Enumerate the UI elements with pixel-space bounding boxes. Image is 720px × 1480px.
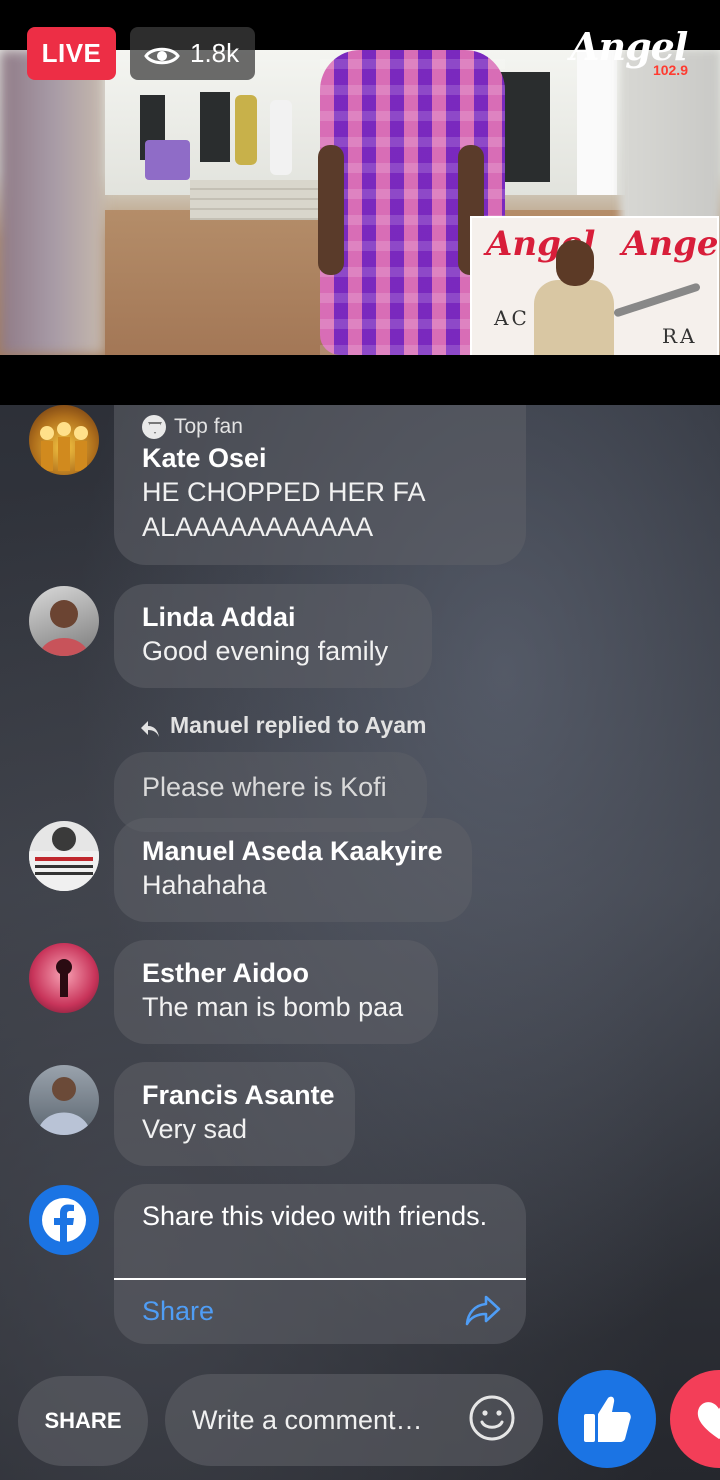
video-left-blur bbox=[0, 50, 105, 355]
love-reaction-button[interactable] bbox=[670, 1370, 720, 1468]
comment-author[interactable]: Francis Asante bbox=[142, 1078, 335, 1112]
comment-bubble[interactable]: Esther Aidoo The man is bomb paa bbox=[114, 940, 438, 1044]
comment-bubble[interactable]: Linda Addai Good evening family bbox=[114, 584, 432, 688]
comment-author[interactable]: Linda Addai bbox=[142, 600, 404, 634]
presenter-head bbox=[556, 240, 594, 286]
share-prompt-card: Share this video with friends. Share bbox=[114, 1184, 526, 1344]
avatar[interactable] bbox=[29, 821, 99, 891]
video-arm bbox=[318, 145, 344, 275]
inset-sign-right: RA bbox=[662, 324, 698, 348]
eye-icon bbox=[144, 43, 180, 65]
viewer-count: 1.8k bbox=[130, 27, 256, 80]
share-prompt-link[interactable]: Share bbox=[142, 1296, 214, 1327]
video-bin bbox=[145, 140, 190, 180]
video-window bbox=[200, 92, 230, 162]
station-logo: Angel 102.9 bbox=[570, 24, 690, 80]
comment-input[interactable]: Write a comment… bbox=[165, 1374, 543, 1466]
video-person bbox=[235, 95, 257, 165]
station-logo-frequency: 102.9 bbox=[652, 62, 688, 78]
live-video-player[interactable]: Angel Angel AC RA LIVE 1.8k Angel 102.9 bbox=[0, 0, 720, 405]
video-person bbox=[270, 100, 292, 175]
comment-text: Good evening family bbox=[142, 636, 389, 666]
emoji-icon[interactable] bbox=[469, 1395, 515, 1441]
share-prompt-divider bbox=[114, 1278, 526, 1280]
comment-bubble[interactable]: Manuel Aseda Kaakyire Hahahaha bbox=[114, 818, 472, 922]
comment-bubble[interactable]: Francis Asante Very sad bbox=[114, 1062, 355, 1166]
viewer-count-value: 1.8k bbox=[190, 38, 240, 68]
like-reaction-button[interactable] bbox=[558, 1370, 656, 1468]
top-fan-label: Top fan bbox=[174, 415, 243, 438]
comment-input-placeholder: Write a comment… bbox=[192, 1404, 423, 1435]
share-arrow-icon[interactable] bbox=[464, 1291, 502, 1329]
avatar[interactable] bbox=[29, 943, 99, 1013]
facebook-avatar bbox=[29, 1185, 99, 1255]
share-button[interactable]: SHARE bbox=[18, 1376, 148, 1466]
heart-icon bbox=[697, 1402, 720, 1439]
avatar[interactable] bbox=[29, 586, 99, 656]
inset-logo-right: Angel bbox=[622, 224, 719, 264]
inset-presenter bbox=[534, 240, 614, 355]
comment-text: The man is bomb paa bbox=[142, 992, 404, 1022]
comment-bubble[interactable]: Top fan Kate Osei HE CHOPPED HER FAALAAA… bbox=[114, 405, 526, 565]
comment-text: Hahahaha bbox=[142, 870, 267, 900]
bottom-action-bar: SHARE Write a comment… bbox=[0, 1370, 720, 1480]
top-fan-badge: Top fan bbox=[142, 415, 498, 439]
presenter-body bbox=[534, 280, 614, 355]
comment-author[interactable]: Manuel Aseda Kaakyire bbox=[142, 834, 444, 868]
inset-microphone bbox=[612, 282, 702, 318]
video-frame[interactable]: Angel Angel AC RA bbox=[0, 50, 720, 355]
share-prompt-message: Share this video with friends. bbox=[142, 1201, 488, 1231]
live-badge: LIVE bbox=[27, 27, 116, 80]
comment-text: HE CHOPPED HER FAALAAAAAAAAAAA bbox=[142, 477, 426, 542]
quoted-comment-text: Please where is Kofi bbox=[142, 772, 387, 802]
reply-arrow-icon bbox=[140, 717, 160, 737]
avatar[interactable] bbox=[29, 1065, 99, 1135]
comment-text: Very sad bbox=[142, 1114, 248, 1144]
diamond-icon bbox=[142, 415, 166, 439]
inset-sign-left: AC bbox=[494, 306, 530, 330]
reply-context: Manuel replied to Ayam bbox=[140, 712, 426, 739]
facebook-icon bbox=[42, 1198, 86, 1243]
avatar[interactable] bbox=[29, 405, 99, 475]
comments-feed[interactable]: Top fan Kate Osei HE CHOPPED HER FAALAAA… bbox=[0, 405, 720, 1480]
comment-author[interactable]: Esther Aidoo bbox=[142, 956, 410, 990]
thumbs-up-icon bbox=[584, 1396, 631, 1442]
reply-context-text: Manuel replied to Ayam bbox=[170, 712, 427, 738]
studio-inset-camera: Angel Angel AC RA bbox=[470, 216, 719, 355]
comment-author[interactable]: Kate Osei bbox=[142, 441, 498, 475]
